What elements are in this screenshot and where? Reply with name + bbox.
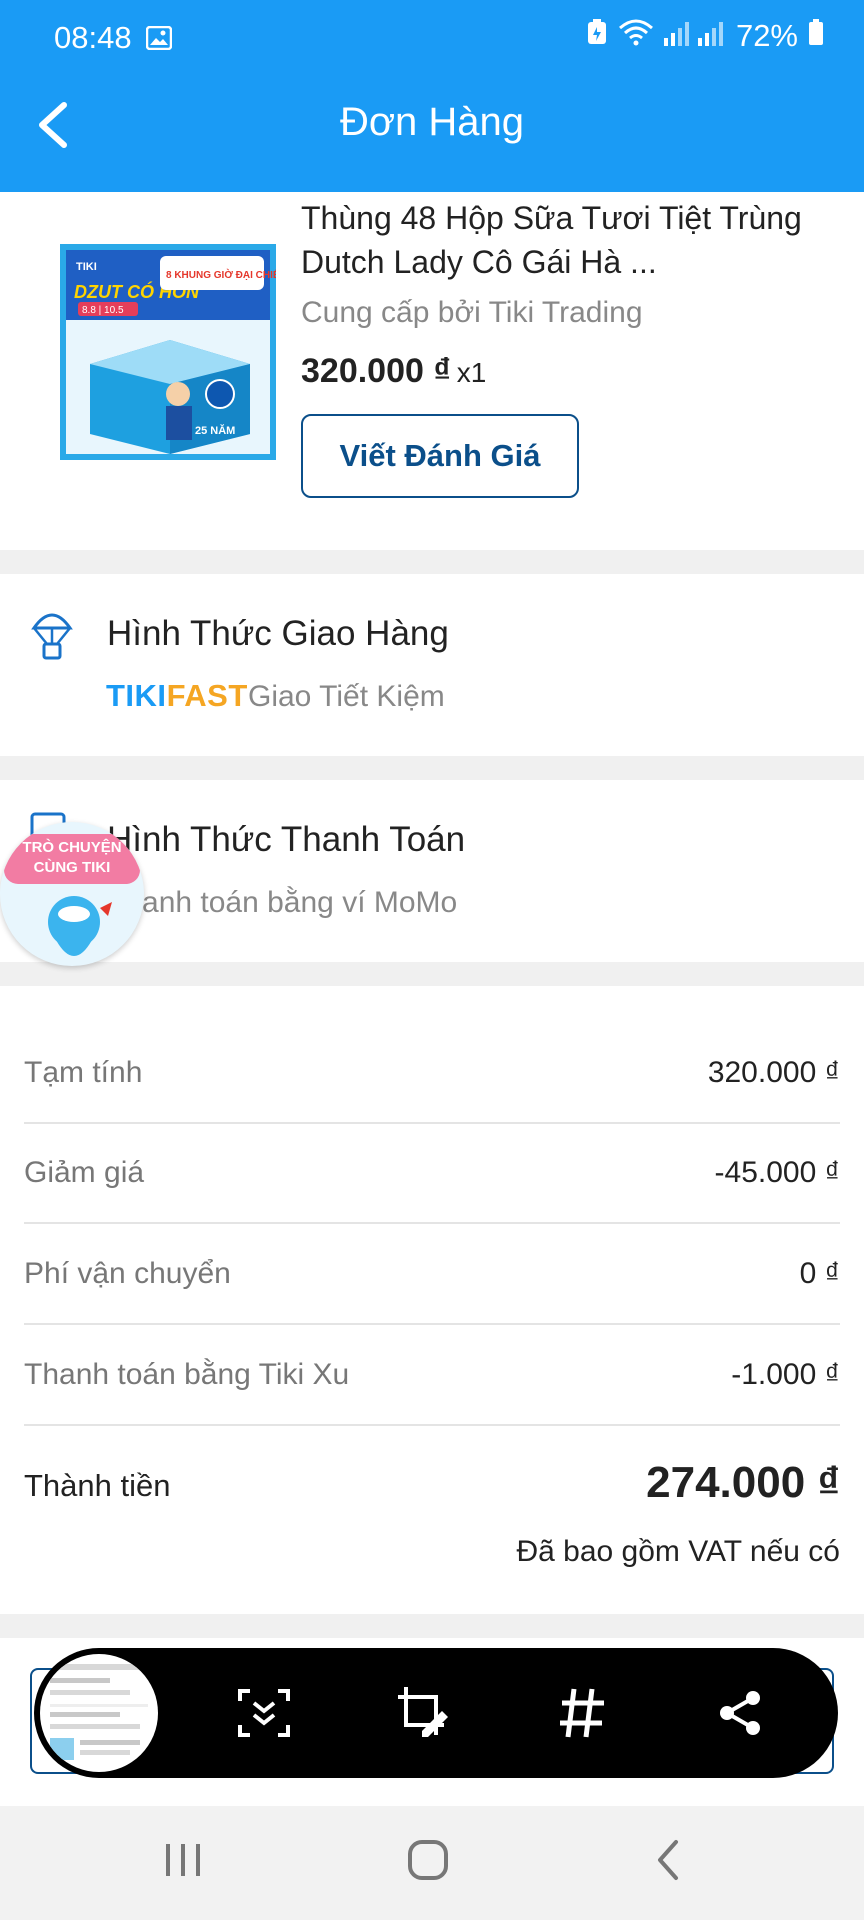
summary-value: -1.000 ₫ <box>731 1358 840 1391</box>
status-time: 08:48 <box>54 20 132 55</box>
summary-value: 0 ₫ <box>799 1257 840 1290</box>
home-button[interactable] <box>406 1838 450 1887</box>
payment-title: Hình Thức Thanh Toán <box>107 820 466 859</box>
tikifast-logo: TIKIFAST <box>106 678 248 714</box>
tikifast-logo-fast: FAST <box>166 678 248 713</box>
shipping-method: Giao Tiết Kiệm <box>248 680 445 713</box>
product-image[interactable]: TIKI DZUT CÓ HÔN 8.8 | 10.5 8 KHUNG GIỜ … <box>60 244 287 460</box>
product-quantity: x1 <box>456 357 487 388</box>
page-title: Đơn Hàng <box>339 100 525 144</box>
chat-bubble-text: TRÒ CHUYỆN CÙNG TIKI <box>4 838 140 878</box>
battery-percent: 72% <box>735 18 798 53</box>
svg-text:25 NĂM: 25 NĂM <box>195 424 235 437</box>
battery-saver-icon <box>586 18 608 54</box>
parachute-icon <box>30 608 74 667</box>
recent-apps-button[interactable] <box>160 1840 206 1885</box>
screenshot-toolbar <box>34 1648 838 1778</box>
product-title[interactable]: Thùng 48 Hộp Sữa Tươi Tiệt Trùng Dutch L… <box>301 196 831 284</box>
summary-label: Thanh toán bằng Tiki Xu <box>24 1358 350 1391</box>
wifi-icon <box>618 18 654 54</box>
summary-label: Giảm giá <box>24 1156 145 1189</box>
signal-icon <box>663 18 726 54</box>
write-review-button[interactable]: Viết Đánh Giá <box>301 414 579 498</box>
hashtag-icon[interactable] <box>542 1673 622 1753</box>
summary-label: Phí vận chuyển <box>24 1257 231 1290</box>
summary-row-discount: Giảm giá -45.000 ₫ <box>24 1124 840 1224</box>
summary-row-shipping-fee: Phí vận chuyển 0 ₫ <box>24 1225 840 1325</box>
summary-label: Tạm tính <box>24 1056 143 1089</box>
total-label: Thành tiền <box>24 1468 171 1503</box>
gallery-notification-icon <box>145 25 173 55</box>
summary-value: 320.000 ₫ <box>707 1056 840 1089</box>
summary-row-subtotal: Tạm tính 320.000 ₫ <box>24 1024 840 1124</box>
product-price: 320.000 ₫ x1 <box>301 352 486 391</box>
battery-icon <box>808 18 824 54</box>
shipping-card <box>0 574 864 756</box>
svg-text:8.8 | 10.5: 8.8 | 10.5 <box>82 305 124 316</box>
summary-value: -45.000 ₫ <box>714 1156 840 1189</box>
payment-method: Thanh toán bằng ví MoMo <box>107 886 458 919</box>
app-header: 08:48 72% Đơn Hàng <box>0 0 864 192</box>
chat-bubble-line2: CÙNG TIKI <box>33 859 111 876</box>
chat-bubble-line1: TRÒ CHUYỆN <box>22 839 122 856</box>
vat-note: Đã bao gồm VAT nếu có <box>516 1535 840 1568</box>
summary-row-tiki-xu: Thanh toán bằng Tiki Xu -1.000 ₫ <box>24 1326 840 1426</box>
system-back-button[interactable] <box>652 1838 682 1887</box>
system-navigation-bar <box>0 1806 864 1920</box>
product-seller: Cung cấp bởi Tiki Trading <box>301 296 643 329</box>
screenshot-thumbnail[interactable] <box>40 1654 158 1772</box>
tikifast-logo-tiki: TIKI <box>106 678 167 713</box>
product-price-value: 320.000 ₫ <box>301 352 451 390</box>
crop-edit-icon[interactable] <box>384 1673 464 1753</box>
chat-with-tiki-button[interactable]: TRÒ CHUYỆN CÙNG TIKI <box>0 822 144 966</box>
total-value: 274.000 ₫ <box>646 1458 840 1507</box>
svg-text:8 KHUNG GIỜ ĐẠI CHIẾN: 8 KHUNG GIỜ ĐẠI CHIẾN <box>166 268 276 281</box>
shipping-title: Hình Thức Giao Hàng <box>107 614 449 653</box>
svg-text:TIKI: TIKI <box>76 261 97 273</box>
share-icon[interactable] <box>700 1673 780 1753</box>
status-indicators: 72% <box>586 18 824 54</box>
scroll-capture-icon[interactable] <box>224 1673 304 1753</box>
